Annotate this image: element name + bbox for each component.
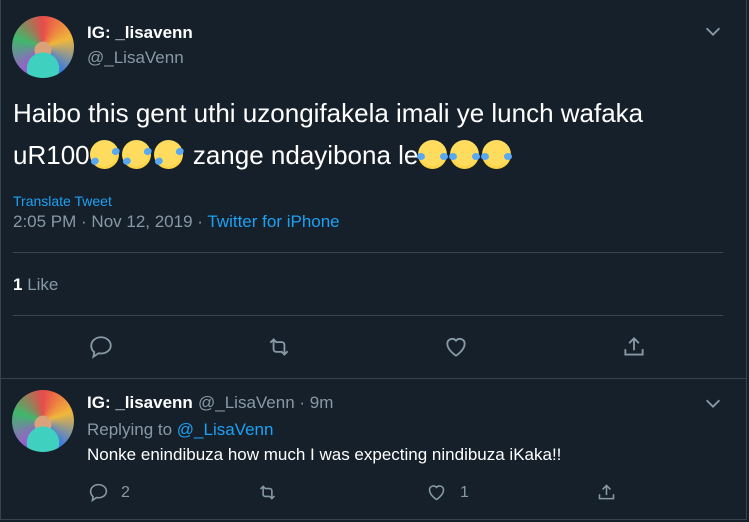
reply-count: 2 (121, 484, 130, 501)
replying-to-handle[interactable]: @_LisaVenn (177, 420, 274, 439)
tweet-meta: 2:05 PM · Nov 12, 2019 · Twitter for iPh… (13, 212, 340, 232)
replying-to-label: Replying to (87, 420, 177, 439)
reply-like-count: 1 (460, 484, 469, 501)
rofl-emoji (116, 135, 156, 174)
tears-of-joy-emoji (481, 140, 513, 169)
translate-tweet-link[interactable]: Translate Tweet (13, 193, 112, 209)
like-label: Like (22, 275, 59, 294)
handle[interactable]: @_LisaVenn (87, 48, 184, 68)
source-link[interactable]: Twitter for iPhone (207, 212, 339, 231)
reply-text: Nonke enindibuza how much I was expectin… (87, 445, 562, 464)
avatar[interactable] (12, 16, 74, 78)
tweet-text-rest: zange ndayibona le (185, 140, 419, 170)
reply-display-name[interactable]: IG: _lisavenn (87, 393, 193, 413)
divider (13, 315, 723, 316)
tweet-text-amount: uR100 (13, 140, 90, 170)
retweet-icon[interactable] (257, 482, 278, 503)
tears-of-joy-emoji (449, 140, 481, 169)
timestamp[interactable]: 2:05 PM · Nov 12, 2019 · (13, 212, 207, 231)
avatar[interactable] (12, 390, 74, 452)
rofl-emoji (84, 135, 124, 174)
share-icon[interactable] (621, 334, 647, 360)
chevron-down-icon[interactable] (702, 20, 724, 42)
reply-handle-time[interactable]: @_LisaVenn · 9m (198, 393, 333, 413)
share-icon[interactable] (596, 482, 617, 503)
like-icon[interactable] (426, 482, 447, 503)
main-tweet: IG: _lisavenn @_LisaVenn Haibo this gent… (0, 0, 749, 378)
chevron-down-icon[interactable] (702, 392, 724, 414)
reply-icon[interactable] (88, 334, 114, 360)
reply-icon[interactable] (88, 482, 109, 503)
tweet-text: Haibo this gent uthi uzongifakela imali … (13, 92, 738, 176)
like-icon[interactable] (443, 334, 469, 360)
divider (13, 252, 723, 253)
tweet-text-line-1: Haibo this gent uthi uzongifakela imali … (13, 98, 644, 128)
likes-count[interactable]: 1 Like (13, 275, 58, 295)
tears-of-joy-emoji (417, 140, 449, 169)
retweet-icon[interactable] (266, 334, 292, 360)
display-name[interactable]: IG: _lisavenn (87, 23, 193, 43)
tweet-text-line-2: uR100 zange ndayibona le (13, 134, 738, 176)
replying-to: Replying to @_LisaVenn (87, 420, 273, 440)
rofl-emoji (148, 135, 188, 174)
